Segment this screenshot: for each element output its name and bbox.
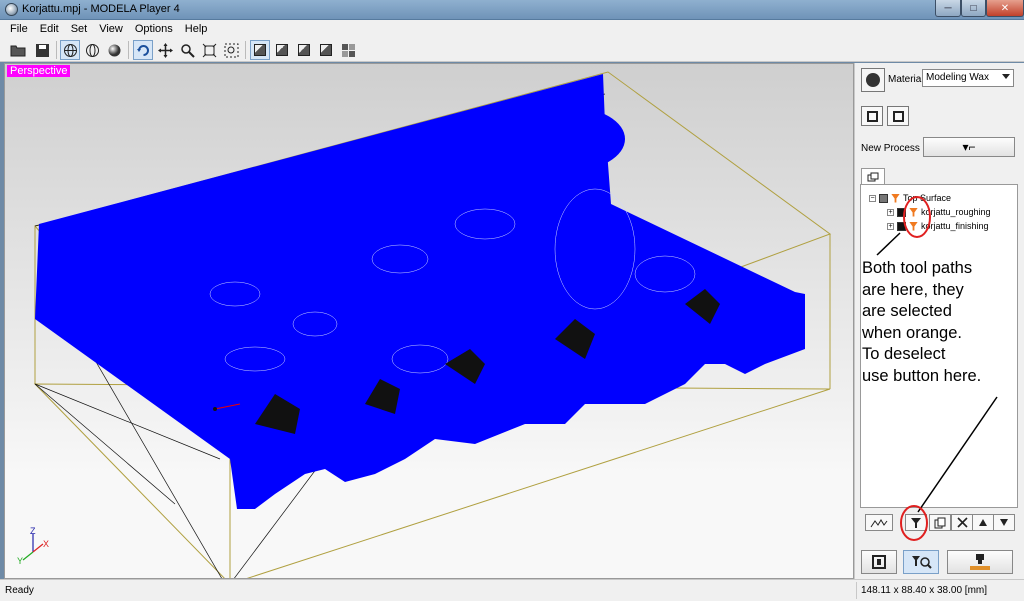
toolpath-preview-button[interactable]: [865, 514, 893, 531]
open-folder-icon[interactable]: [8, 40, 28, 60]
axis-label-y: Y: [17, 556, 23, 566]
compass-icon[interactable]: [861, 68, 885, 92]
model-render: Z Y X: [17, 71, 832, 578]
tab-process-tree[interactable]: [861, 168, 885, 185]
annotation-text: Both tool paths are here, they are selec…: [862, 259, 982, 385]
axis-label-z: Z: [30, 526, 36, 536]
copy-button[interactable]: [929, 514, 951, 531]
move-down-button[interactable]: [993, 514, 1015, 531]
path-icon: [897, 221, 906, 231]
toolbar-separator: [128, 41, 129, 59]
menu-help[interactable]: Help: [179, 23, 214, 35]
globe-icon[interactable]: [82, 40, 102, 60]
tool-icon: [891, 193, 900, 203]
path-icon: [897, 207, 906, 217]
material-select[interactable]: Modeling Wax: [922, 69, 1014, 87]
rotate-icon[interactable]: [133, 40, 153, 60]
material-value: Modeling Wax: [926, 72, 989, 83]
layers-icon: [866, 110, 878, 122]
pan-icon[interactable]: [155, 40, 175, 60]
save-icon[interactable]: [32, 40, 52, 60]
layers-button[interactable]: [861, 106, 883, 126]
move-up-button[interactable]: [972, 514, 994, 531]
preview-cut-button[interactable]: [903, 550, 939, 574]
expand-icon[interactable]: +: [887, 208, 894, 216]
deselect-button[interactable]: [905, 514, 927, 531]
status-text: Ready: [5, 585, 34, 596]
delete-button[interactable]: [951, 514, 973, 531]
menu-view[interactable]: View: [93, 23, 129, 35]
wireframe-globe-icon[interactable]: [60, 40, 80, 60]
window-title: Korjattu.mpj - MODELA Player 4: [22, 3, 180, 15]
close-button[interactable]: ✕: [986, 0, 1024, 17]
process-panel: Material Modeling Wax New Process ▾⌐ − T…: [854, 63, 1024, 579]
view-label: Perspective: [7, 65, 71, 77]
tree-label: Top Surface: [903, 193, 952, 203]
toolbar-separator: [56, 41, 57, 59]
maximize-button[interactable]: □: [961, 0, 986, 17]
collapse-icon[interactable]: −: [869, 194, 876, 202]
surface-icon: [879, 193, 888, 203]
menu-set[interactable]: Set: [65, 23, 94, 35]
save-process-button[interactable]: [887, 106, 909, 126]
tree-label: korjattu_finishing: [921, 221, 989, 231]
status-bar: Ready 148.11 x 88.40 x 38.00 [mm]: [0, 579, 1024, 601]
expand-icon[interactable]: +: [887, 222, 894, 230]
zoom-window-icon[interactable]: [221, 40, 241, 60]
title-bar: Korjattu.mpj - MODELA Player 4: [0, 0, 1024, 20]
3d-viewport[interactable]: Z Y X Perspective: [4, 63, 854, 579]
zoom-icon[interactable]: [177, 40, 197, 60]
view-iso-cube-icon[interactable]: [250, 40, 270, 60]
axis-triad: [22, 534, 44, 561]
tree-row-top-surface[interactable]: − Top Surface: [869, 193, 951, 203]
cut-button[interactable]: [947, 550, 1013, 574]
blue-model-surface: [35, 74, 805, 509]
tool-icon: [909, 221, 918, 231]
minimize-button[interactable]: ─: [935, 0, 961, 17]
toolbar: [0, 38, 1024, 62]
tool-icon: [909, 207, 918, 217]
zoom-extents-icon[interactable]: [199, 40, 219, 60]
new-process-label: New Process: [861, 143, 920, 154]
axis-label-x: X: [43, 539, 49, 549]
toolbar-separator: [245, 41, 246, 59]
chevron-down-icon: [1002, 74, 1010, 79]
menu-file[interactable]: File: [4, 23, 34, 35]
view-front-cube-icon[interactable]: [272, 40, 292, 60]
tree-row-roughing[interactable]: + korjattu_roughing: [887, 207, 991, 217]
dimensions-readout: 148.11 x 88.40 x 38.00 [mm]: [856, 582, 1022, 599]
view-top-cube-icon[interactable]: [316, 40, 336, 60]
disk-icon: [892, 110, 904, 122]
shaded-sphere-icon[interactable]: [104, 40, 124, 60]
menu-edit[interactable]: Edit: [34, 23, 65, 35]
menu-options[interactable]: Options: [129, 23, 179, 35]
tree-row-finishing[interactable]: + korjattu_finishing: [887, 221, 989, 231]
panel-view-button[interactable]: [861, 550, 897, 574]
menu-bar: File Edit Set View Options Help: [0, 20, 1024, 38]
material-label: Material: [888, 74, 924, 85]
view-right-cube-icon[interactable]: [294, 40, 314, 60]
tree-label: korjattu_roughing: [921, 207, 991, 217]
new-process-button[interactable]: ▾⌐: [923, 137, 1015, 157]
view-grid-icon[interactable]: [338, 40, 358, 60]
app-icon: [5, 3, 18, 16]
